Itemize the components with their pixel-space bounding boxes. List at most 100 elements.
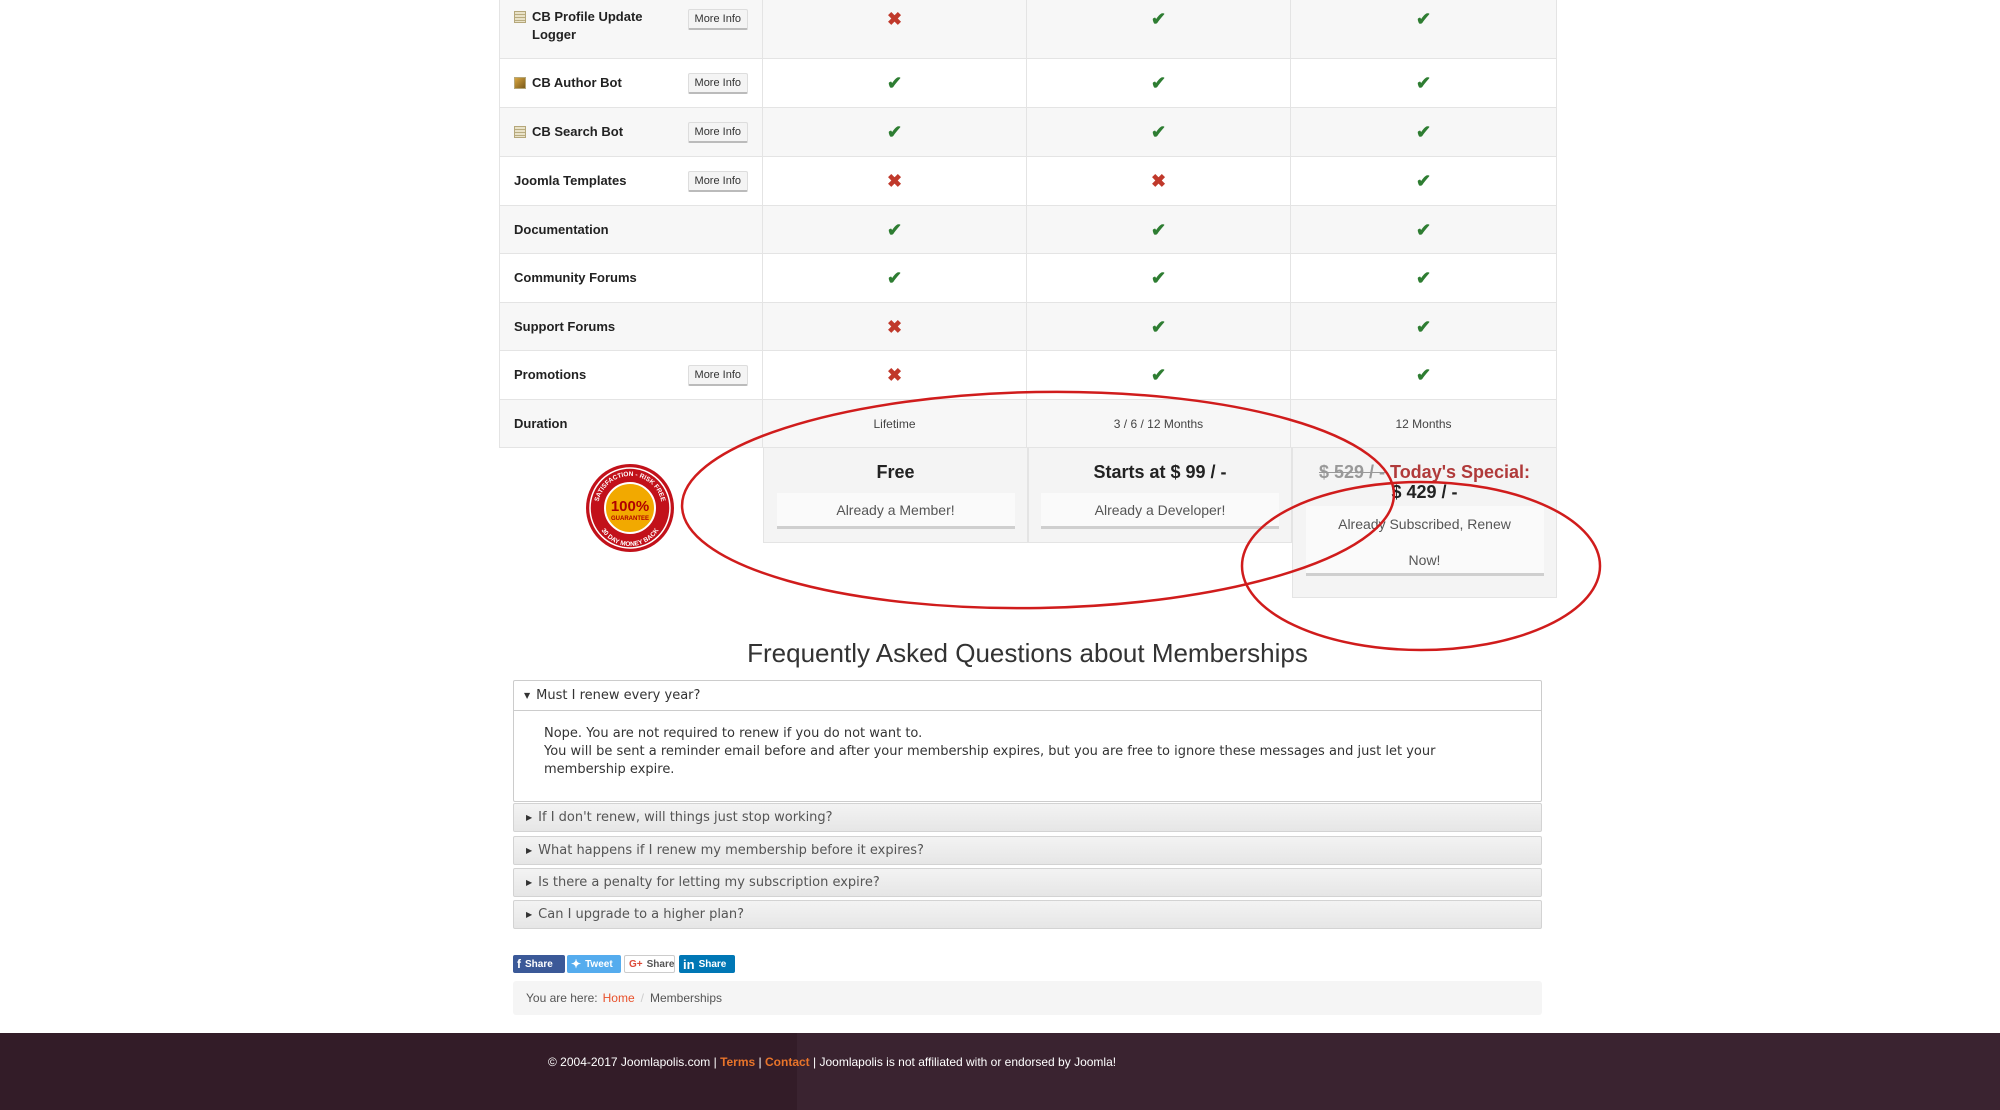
plugin-icon [514, 126, 526, 138]
plan-cell: ✖ [763, 157, 1027, 205]
plugin-icon [514, 11, 526, 23]
plan-developer-price: Starts at $ 99 / - [1093, 462, 1227, 482]
more-info-button[interactable]: More Info [687, 364, 748, 386]
google-plus-share-button[interactable]: G+ Share [624, 955, 675, 973]
feature-cell: Joomla Templates More Info [499, 157, 763, 205]
more-info-button[interactable]: More Info [687, 72, 748, 94]
duration-value: Lifetime [873, 416, 916, 431]
cross-icon: ✖ [886, 365, 903, 385]
check-icon: ✔ [1150, 219, 1167, 240]
check-icon: ✔ [886, 219, 903, 240]
renew-button-line1: Already Subscribed, Renew [1338, 516, 1511, 532]
check-icon: ✔ [1415, 268, 1432, 288]
feature-name: Community Forums [514, 269, 637, 287]
seal-sub-text: GUARANTEE [611, 516, 649, 522]
more-info-button[interactable]: More Info [687, 9, 748, 30]
pencil-icon [514, 77, 526, 89]
caret-right-icon: ▶ [526, 813, 533, 822]
faq-question-text: Can I upgrade to a higher plan? [538, 907, 745, 922]
site-footer: © 2004-2017 Joomlapolis.com | Terms | Co… [0, 1033, 2000, 1110]
check-icon: ✔ [1415, 219, 1432, 240]
feature-name: Promotions [514, 366, 586, 384]
already-member-button[interactable]: Already a Member! [776, 493, 1015, 529]
plan-cell: ✔ [763, 206, 1027, 253]
plan-cell: ✖ [763, 303, 1027, 350]
more-info-button[interactable]: More Info [687, 170, 748, 192]
facebook-icon: f [517, 957, 521, 971]
feature-cell: Community Forums [499, 254, 763, 302]
faq-item[interactable]: ▶ What happens if I renew my membership … [513, 836, 1542, 865]
feature-cell: Support Forums [499, 303, 763, 350]
already-developer-button[interactable]: Already a Developer! [1041, 493, 1279, 529]
feature-row-joomla-templates: Joomla Templates More Info ✖ ✖ ✔ [499, 157, 1557, 206]
plan-cell: ✔ [1027, 254, 1291, 302]
caret-right-icon: ▶ [526, 910, 533, 919]
feature-cell: Duration [499, 400, 763, 447]
caret-right-icon: ▶ [526, 846, 533, 855]
plan-professional-price: $ 429 / - [1391, 482, 1458, 502]
feature-name: Support Forums [514, 318, 615, 336]
cross-icon: ✖ [886, 316, 903, 337]
feature-cell: CB Search Bot More Info [499, 108, 763, 156]
plan-professional-box: $ 529 / - Today's Special: $ 429 / - Alr… [1292, 448, 1557, 598]
feature-name: Joomla Templates [514, 172, 626, 190]
feature-cell: Documentation [499, 206, 763, 253]
linkedin-icon: in [683, 956, 695, 972]
feature-name-text: Documentation [514, 221, 609, 237]
cross-icon: ✖ [886, 171, 903, 191]
check-icon: ✔ [1415, 316, 1432, 337]
footer-terms-link[interactable]: Terms [720, 1055, 755, 1069]
check-icon: ✔ [886, 268, 903, 288]
check-icon: ✔ [1415, 73, 1432, 93]
plan-cell: ✔ [1027, 351, 1291, 399]
duration-label: Duration [514, 415, 568, 431]
plan-cell: ✔ [1291, 0, 1557, 58]
feature-name-text: Community Forums [514, 270, 637, 285]
feature-name: CB Author Bot [514, 74, 622, 92]
faq-question-text: Is there a penalty for letting my subscr… [538, 875, 880, 890]
duration-cell: Lifetime [763, 400, 1027, 447]
facebook-share-button[interactable]: f Share [513, 955, 565, 973]
plan-cell: ✔ [1291, 59, 1557, 107]
check-icon: ✔ [1150, 9, 1167, 29]
faq-title: Frequently Asked Questions about Members… [747, 638, 1308, 668]
faq-question-text: If I don't renew, will things just stop … [538, 810, 833, 825]
check-icon: ✔ [1415, 9, 1432, 29]
breadcrumb-home-link[interactable]: Home [603, 991, 635, 1005]
breadcrumb-separator: / [640, 991, 644, 1005]
cross-icon: ✖ [886, 9, 903, 29]
feature-name-text: CB Profile Update Logger [532, 9, 643, 42]
check-icon: ✔ [886, 73, 903, 93]
feature-name-text: Promotions [514, 367, 587, 382]
more-info-button[interactable]: More Info [687, 121, 748, 143]
google-plus-share-label: Share [646, 958, 675, 970]
faq-item[interactable]: ▶ Can I upgrade to a higher plan? [513, 900, 1542, 929]
plan-cell: ✔ [1291, 157, 1557, 205]
facebook-share-label: Share [525, 958, 553, 970]
twitter-tweet-button[interactable]: ✦ Tweet [567, 955, 621, 973]
footer-contact-link[interactable]: Contact [765, 1055, 810, 1069]
duration-cell: 12 Months [1291, 400, 1557, 447]
plan-cell: ✔ [1291, 108, 1557, 156]
google-plus-icon: G+ [629, 958, 643, 970]
faq-question-open[interactable]: ▼ Must I renew every year? [514, 681, 1541, 711]
footer-shade [0, 1033, 797, 1110]
feature-name-text: CB Search Bot [532, 124, 624, 139]
linkedin-share-button[interactable]: in Share [679, 955, 735, 973]
faq-item[interactable]: ▶ If I don't renew, will things just sto… [513, 803, 1542, 832]
check-icon: ✔ [1150, 365, 1167, 385]
money-back-guarantee-seal: SATISFACTION - RISK FREE 30 DAY MONEY BA… [586, 464, 674, 552]
plan-cell: ✖ [763, 0, 1027, 58]
plan-free-price: Free [876, 462, 915, 482]
feature-row-promotions: Promotions More Info ✖ ✔ ✔ [499, 351, 1557, 400]
feature-cell: CB Profile Update Logger More Info [499, 0, 763, 58]
feature-name: CB Profile Update Logger [514, 8, 682, 44]
check-icon: ✔ [1150, 316, 1167, 337]
linkedin-share-label: Share [698, 958, 727, 970]
renew-button[interactable]: Already Subscribed, Renew Now! [1305, 506, 1544, 576]
faq-item[interactable]: ▶ Is there a penalty for letting my subs… [513, 868, 1542, 897]
twitter-tweet-label: Tweet [585, 958, 613, 970]
feature-name-text: Joomla Templates [514, 173, 627, 188]
duration-value: 3 / 6 / 12 Months [1113, 416, 1204, 431]
seal-center-text: 100% [611, 498, 649, 515]
